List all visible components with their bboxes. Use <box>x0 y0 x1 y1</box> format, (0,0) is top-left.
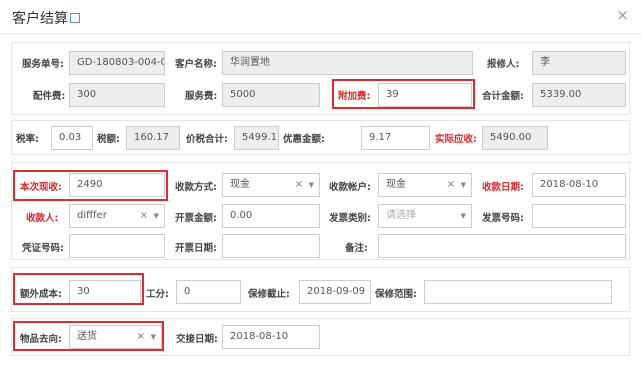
discount-label: 优惠金额: <box>283 134 325 145</box>
direction-highlight <box>13 321 164 351</box>
payment-date-input[interactable]: 2018-08-10 <box>532 173 626 197</box>
dialog-title: 客户结算 <box>12 8 80 28</box>
voucher-label: 凭证号码: <box>22 243 64 254</box>
tax-amount-field[interactable]: 160.17 <box>126 126 180 150</box>
remark-label: 备注: <box>345 243 368 254</box>
payment-account-label: 收款帐户: <box>329 182 371 193</box>
payment-date-label: 收款日期: <box>482 182 524 193</box>
total-label: 合计金额: <box>482 91 524 102</box>
payment-method-label: 收款方式: <box>175 182 217 193</box>
invoice-amount-input[interactable]: 0.00 <box>222 204 320 228</box>
maximize-icon[interactable] <box>70 13 80 23</box>
receivable-label: 实际应收: <box>435 134 477 145</box>
clear-icon[interactable]: × <box>295 174 303 196</box>
invoice-date-label: 开票日期: <box>175 243 217 254</box>
discount-input[interactable]: 9.17 <box>361 126 430 150</box>
receivable-field[interactable]: 5490.00 <box>482 126 548 150</box>
warranty-end-label: 保修截止: <box>248 289 290 300</box>
repairer-label: 报修人: <box>487 59 520 70</box>
invoice-no-label: 发票号码: <box>482 213 524 224</box>
parts-fee-label: 配件费: <box>33 91 66 102</box>
total-field[interactable]: 5339.00 <box>532 83 626 107</box>
customer-label: 客户名称: <box>175 59 217 70</box>
payment-account-select[interactable]: 现金 × ▼ <box>378 173 472 197</box>
chevron-down-icon[interactable]: ▼ <box>461 205 466 227</box>
service-no-label: 服务单号: <box>22 59 64 70</box>
extra-cost-highlight <box>13 273 144 305</box>
cash-highlight <box>13 170 168 201</box>
close-icon[interactable]: × <box>616 6 629 24</box>
payment-method-value: 现金 <box>230 179 250 190</box>
voucher-input[interactable] <box>69 234 165 258</box>
payee-select[interactable]: difffer × ▼ <box>69 204 165 228</box>
invoice-type-select[interactable]: 请选择 ▼ <box>378 204 472 228</box>
invoice-no-input[interactable] <box>532 204 626 228</box>
chevron-down-icon[interactable]: ▼ <box>154 205 159 227</box>
service-fee-label: 服务费: <box>185 91 218 102</box>
repairer-field[interactable]: 李 <box>532 51 626 75</box>
clear-icon[interactable]: × <box>140 205 148 227</box>
tax-total-label: 价税合计: <box>186 134 228 145</box>
payment-method-select[interactable]: 现金 × ▼ <box>222 173 320 197</box>
service-no-field[interactable]: GD-180803-004-0( <box>69 51 165 75</box>
tax-amount-label: 税额: <box>97 134 120 145</box>
warranty-scope-input[interactable] <box>424 280 612 304</box>
tax-total-field[interactable]: 5499.17 <box>234 126 279 150</box>
extra-fee-highlight <box>332 79 475 109</box>
payment-account-value: 现金 <box>386 179 406 190</box>
tax-rate-input[interactable]: 0.03 <box>51 126 93 150</box>
invoice-type-placeholder: 请选择 <box>386 210 416 221</box>
title-bar: 客户结算 × <box>0 0 641 34</box>
invoice-type-label: 发票类别: <box>329 213 371 224</box>
payee-value: difffer <box>77 210 107 221</box>
clear-icon[interactable]: × <box>447 174 455 196</box>
service-fee-field[interactable]: 5000 <box>222 83 320 107</box>
remark-input[interactable] <box>378 234 626 258</box>
parts-fee-field[interactable]: 300 <box>69 83 165 107</box>
chevron-down-icon[interactable]: ▼ <box>309 174 314 196</box>
handover-label: 交接日期: <box>176 334 218 345</box>
payee-label: 收款人: <box>26 213 59 224</box>
invoice-date-input[interactable] <box>222 234 320 258</box>
customer-field[interactable]: 华润置地 <box>222 51 473 75</box>
warranty-scope-label: 保修范围: <box>375 289 417 300</box>
labor-label: 工分: <box>146 289 169 300</box>
chevron-down-icon[interactable]: ▼ <box>461 174 466 196</box>
handover-input[interactable]: 2018-08-10 <box>222 325 320 349</box>
invoice-amount-label: 开票金额: <box>175 213 217 224</box>
tax-rate-label: 税率: <box>16 134 39 145</box>
dialog-title-text: 客户结算 <box>12 11 68 27</box>
warranty-end-input[interactable]: 2018-09-09 <box>299 280 371 304</box>
labor-input[interactable]: 0 <box>176 280 241 304</box>
